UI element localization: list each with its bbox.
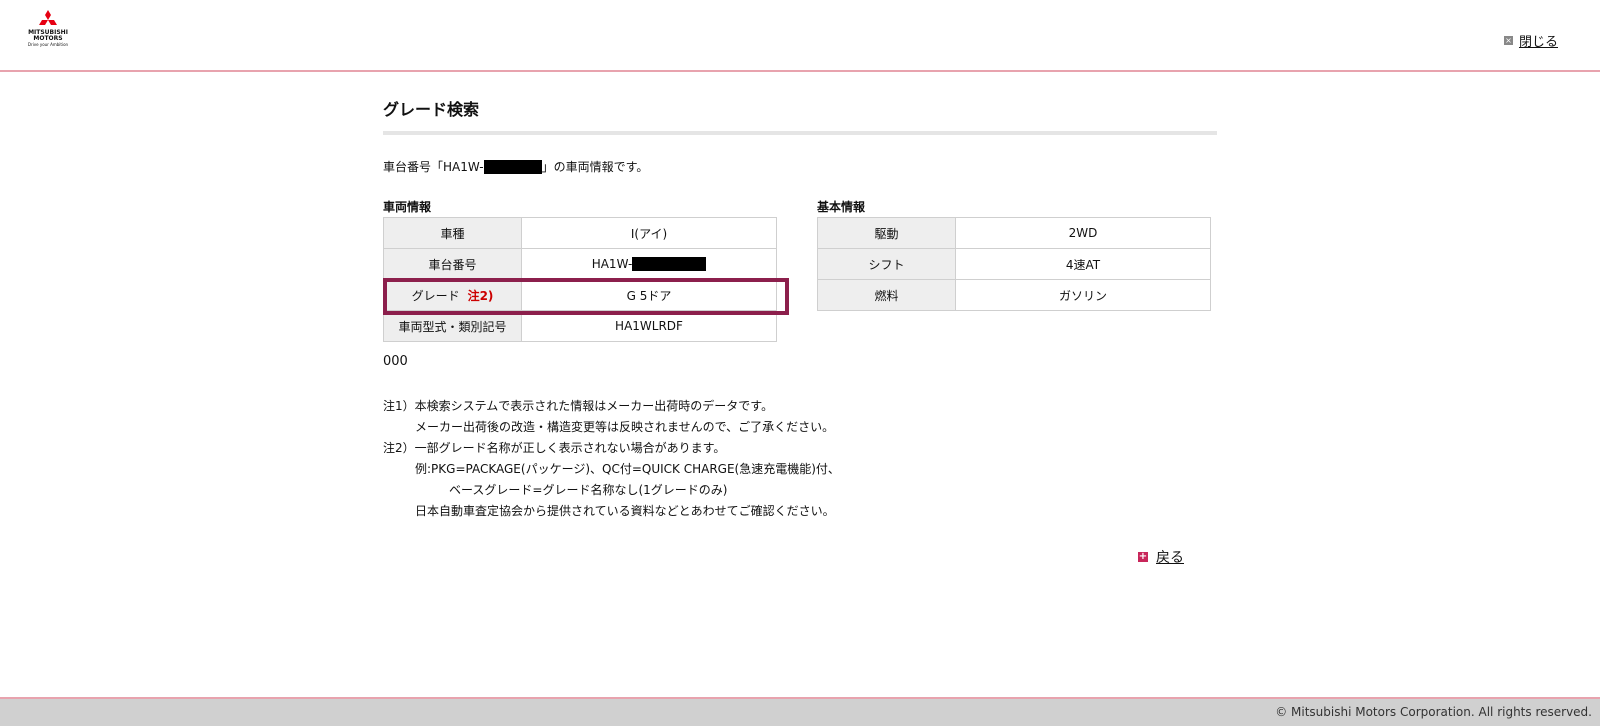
table-value-cell: HA1W- — [521, 248, 777, 280]
table-header-cell: 車両型式・類別記号 — [383, 310, 522, 342]
intro-suffix: 」の車両情報です。 — [541, 160, 649, 174]
footer: © Mitsubishi Motors Corporation. All rig… — [0, 697, 1600, 726]
close-icon: × — [1503, 36, 1513, 45]
basic-info-table: 駆動 2WD シフト 4速AT 燃料 ガソリン — [817, 217, 1211, 311]
notes: 注1）本検索システムで表示された情報はメーカー出荷時のデータです。 メーカー出荷… — [383, 396, 840, 522]
page-title: グレード検索 — [383, 95, 1217, 135]
table-row: 駆動 2WD — [817, 217, 1211, 249]
table-value-cell: G 5ドア — [521, 279, 777, 311]
note-line: ベースグレード=グレード名称なし(1グレードのみ) — [449, 483, 728, 497]
vehicle-info-label: 車両情報 — [383, 200, 432, 214]
table-header-cell: シフト — [817, 248, 956, 280]
note-line: 注1）本検索システムで表示された情報はメーカー出荷時のデータです。 — [383, 399, 774, 413]
table-row: 燃料 ガソリン — [817, 279, 1211, 311]
main-content: グレード検索 車台番号「HA1W- 」の車両情報です。 — [383, 95, 1217, 175]
note-line: 日本自動車査定協会から提供されている資料などとあわせてご確認ください。 — [415, 504, 835, 518]
note-line: 注2）一部グレード名称が正しく表示されない場合があります。 — [383, 441, 726, 455]
table-value-cell: 2WD — [955, 217, 1211, 249]
header: MITSUBISHI MOTORS Drive your Ambition × … — [0, 0, 1600, 72]
logo-tagline: Drive your Ambition — [27, 42, 69, 47]
table-value-cell: ガソリン — [955, 279, 1211, 311]
table-header-cell: 燃料 — [817, 279, 956, 311]
table-value-cell: 4速AT — [955, 248, 1211, 280]
three-diamonds-icon — [39, 10, 57, 25]
vehicle-info-table: 車種 I(アイ) 車台番号 HA1W- グレード 注2) G 5ドア 車両型式・類… — [383, 217, 777, 342]
table-header-cell: 駆動 — [817, 217, 956, 249]
chassis-number-prefix: HA1W- — [591, 256, 633, 271]
close-link[interactable]: × 閉じる — [1503, 31, 1558, 50]
table-header-cell: 車台番号 — [383, 248, 522, 280]
table-value-cell: I(アイ) — [521, 217, 777, 249]
back-label: 戻る — [1156, 550, 1184, 566]
back-link[interactable]: + 戻る — [1138, 547, 1184, 567]
table-header-cell: 車種 — [383, 217, 522, 249]
table-header-cell: グレード 注2) — [383, 279, 522, 311]
redacted-block — [483, 160, 542, 174]
table-row: シフト 4速AT — [817, 248, 1211, 280]
grade-label: グレード — [411, 288, 460, 303]
basic-info-label: 基本情報 — [817, 200, 866, 214]
note-line: メーカー出荷後の改造・構造変更等は反映されませんので、ご了承ください。 — [415, 420, 835, 434]
table-row: 車両型式・類別記号 HA1WLRDF — [383, 310, 777, 342]
copyright-text: © Mitsubishi Motors Corporation. All rig… — [1275, 705, 1592, 719]
note-line: 例:PKG=PACKAGE(パッケージ)、QC付=QUICK CHARGE(急速… — [415, 462, 840, 476]
misc-text: 000 — [383, 354, 408, 369]
close-label: 閉じる — [1518, 35, 1558, 50]
table-row: グレード 注2) G 5ドア — [383, 279, 777, 311]
intro-text: 車台番号「HA1W- 」の車両情報です。 — [383, 159, 1217, 175]
table-value-cell: HA1WLRDF — [521, 310, 777, 342]
plus-icon: + — [1138, 551, 1148, 562]
table-row: 車台番号 HA1W- — [383, 248, 777, 280]
note2-marker: 注2) — [467, 288, 494, 303]
intro-prefix: 車台番号「HA1W- — [383, 160, 484, 174]
mitsubishi-logo[interactable]: MITSUBISHI MOTORS Drive your Ambition — [20, 10, 76, 62]
table-row: 車種 I(アイ) — [383, 217, 777, 249]
redacted-block — [632, 257, 707, 272]
